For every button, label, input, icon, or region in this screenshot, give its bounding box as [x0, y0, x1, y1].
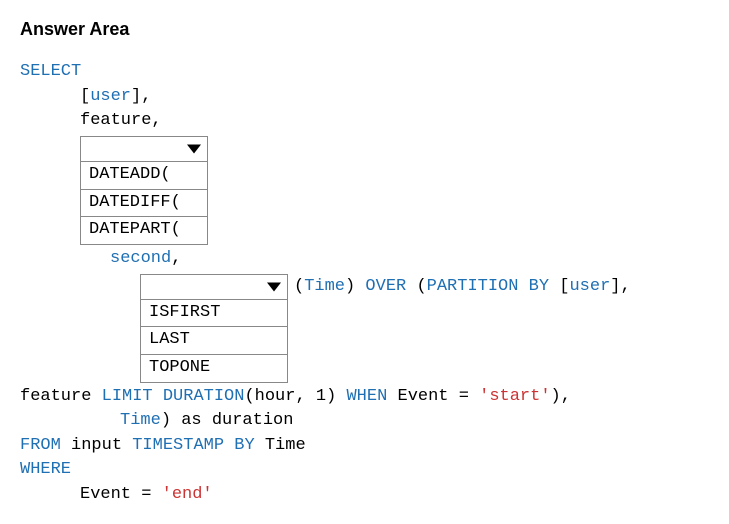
hour-part: (hour, 1) — [244, 387, 346, 406]
end-literal: 'end' — [162, 485, 213, 504]
user-word: user — [90, 87, 131, 106]
bracket-close: ] — [131, 87, 141, 106]
where-line: WHERE — [20, 458, 709, 483]
dropdown2-option[interactable]: LAST — [141, 327, 288, 355]
dropdown2-container: ISFIRST LAST TOPONE (Time) OVER (PARTITI… — [20, 274, 709, 383]
time-word3: Time — [255, 436, 306, 455]
event-eq2: Event = — [80, 485, 162, 504]
after-dropdown2-text: (Time) OVER (PARTITION BY [user], — [294, 274, 631, 300]
dropdown1-option[interactable]: DATEADD( — [81, 162, 208, 190]
close-paren: ) — [345, 277, 355, 296]
dropdown2-option[interactable]: ISFIRST — [141, 299, 288, 327]
input-word: input — [61, 436, 132, 455]
user-word2: user — [569, 277, 610, 296]
chevron-down-icon — [187, 145, 201, 154]
second-line: second, — [20, 247, 709, 272]
space — [549, 277, 559, 296]
second-word: second — [110, 249, 171, 268]
comma2: , — [171, 249, 181, 268]
start-literal: 'start' — [479, 387, 550, 406]
partition-keyword: PARTITION BY — [427, 277, 549, 296]
limit-keyword: LIMIT DURATION — [102, 387, 245, 406]
bracket-open2: [ — [559, 277, 569, 296]
time-word2: Time — [120, 411, 161, 430]
dropdown1-option[interactable]: DATEPART( — [81, 217, 208, 245]
over-keyword: OVER — [355, 277, 416, 296]
feature-limit-line: feature LIMIT DURATION(hour, 1) WHEN Eve… — [20, 385, 709, 410]
open-paren: ( — [294, 277, 304, 296]
when-keyword: WHEN — [346, 387, 387, 406]
select-line: SELECT — [20, 60, 709, 85]
feature-line: feature, — [20, 109, 709, 134]
dropdown1-option[interactable]: DATEDIFF( — [81, 189, 208, 217]
answer-area-title: Answer Area — [20, 16, 709, 42]
time-word: Time — [304, 277, 345, 296]
user-line: [user], — [20, 85, 709, 110]
select-keyword: SELECT — [20, 62, 81, 81]
event-eq: Event = — [387, 387, 479, 406]
chevron-down-icon — [267, 282, 281, 291]
close: ), — [551, 387, 571, 406]
dropdown2-head[interactable] — [141, 274, 288, 299]
open-paren2: ( — [416, 277, 426, 296]
feature2: feature — [20, 387, 102, 406]
comma1: , — [141, 87, 151, 106]
from-keyword: FROM — [20, 436, 61, 455]
where-keyword: WHERE — [20, 460, 71, 479]
dropdown2[interactable]: ISFIRST LAST TOPONE — [140, 274, 288, 383]
from-line: FROM input TIMESTAMP BY Time — [20, 434, 709, 459]
dropdown2-option[interactable]: TOPONE — [141, 354, 288, 382]
bracket-open: [ — [80, 87, 90, 106]
time-as-line: Time) as duration — [20, 409, 709, 434]
dropdown1-container: DATEADD( DATEDIFF( DATEPART( — [20, 136, 709, 245]
dropdown1-head[interactable] — [81, 137, 208, 162]
event-end-line: Event = 'end' — [20, 483, 709, 508]
dropdown1[interactable]: DATEADD( DATEDIFF( DATEPART( — [80, 136, 208, 245]
timestamp-by-keyword: TIMESTAMP BY — [132, 436, 254, 455]
feature-word: feature, — [80, 111, 162, 130]
bracket-close-comma: ], — [610, 277, 630, 296]
as-duration: ) as duration — [161, 411, 294, 430]
